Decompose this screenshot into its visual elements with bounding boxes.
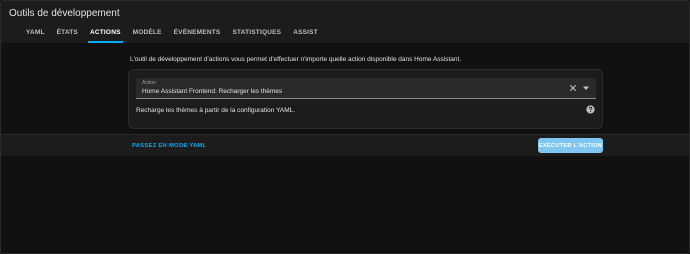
run-action-button[interactable]: EXÉCUTER L'ACTION [538, 138, 603, 153]
tab-assist[interactable]: ASSIST [293, 26, 318, 40]
action-description: Recharge les thèmes à partir de la confi… [136, 107, 296, 114]
tab-template[interactable]: MODÈLE [133, 26, 162, 40]
action-select-label: Action [142, 80, 156, 86]
top-app-bar: Outils de développement YAML ÉTATS ACTIO… [1, 1, 689, 43]
tab-bar: YAML ÉTATS ACTIONS MODÈLE ÉVÉNEMENTS STA… [26, 26, 330, 43]
switch-yaml-mode-button[interactable]: PASSEZ EN MODE YAML [132, 143, 207, 149]
tab-states[interactable]: ÉTATS [57, 26, 78, 40]
tab-yaml[interactable]: YAML [26, 26, 45, 40]
page-title: Outils de développement [9, 8, 120, 19]
help-circle-icon[interactable] [586, 105, 595, 114]
action-card: Action Home Assistant Frontend: Recharge… [128, 69, 603, 129]
close-icon[interactable] [569, 84, 577, 92]
tab-actions[interactable]: ACTIONS [87, 26, 123, 43]
intro-text: L'outil de développement d'actions vous … [130, 56, 462, 63]
action-select-value: Home Assistant Frontend: Recharger les t… [142, 88, 283, 95]
action-footer-bar: PASSEZ EN MODE YAML EXÉCUTER L'ACTION [1, 134, 689, 156]
developer-tools-page: Outils de développement YAML ÉTATS ACTIO… [0, 0, 690, 254]
action-select[interactable]: Action Home Assistant Frontend: Recharge… [136, 78, 596, 99]
caret-down-icon[interactable] [583, 86, 589, 91]
tab-statistics[interactable]: STATISTIQUES [232, 26, 281, 40]
tab-events[interactable]: ÉVÉNEMENTS [174, 26, 221, 40]
